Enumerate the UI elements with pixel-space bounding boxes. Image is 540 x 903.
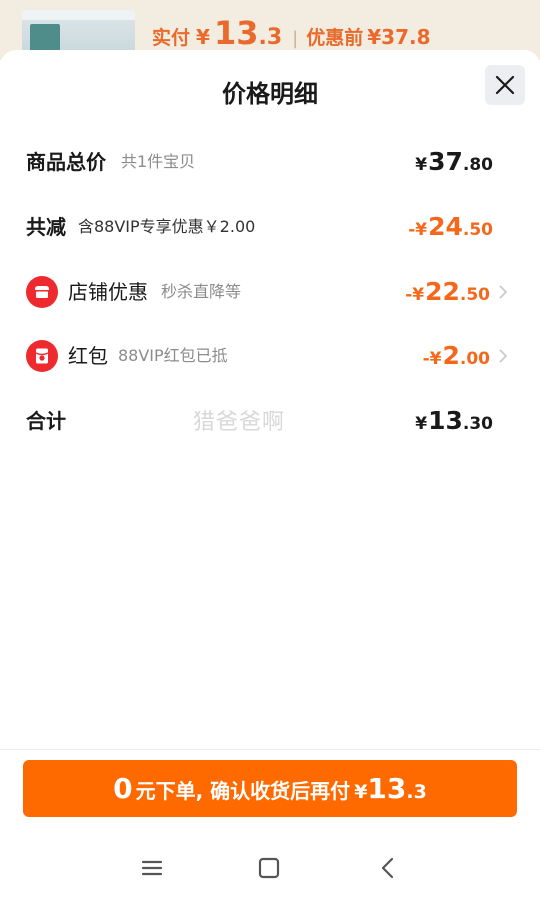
total-label: 合计 (26, 409, 66, 433)
amount-integer: 2 (442, 341, 460, 370)
before-discount-label: 优惠前 (306, 27, 364, 49)
goods-total-label: 商品总价 (26, 150, 106, 174)
amount-integer: 13 (428, 406, 463, 435)
top-price: 实付 ¥ 13 .3 | 优惠前 ¥37.8 (152, 14, 431, 52)
total-amount: ¥ 13 .30 (415, 401, 493, 441)
red-packet-label: 红包 (68, 344, 108, 368)
yen-sign: -¥ (405, 285, 425, 305)
shop-discount-label: 店铺优惠 (68, 280, 148, 304)
shop-discount-amount: -¥ 22 .50 (405, 272, 490, 312)
yen-sign: ¥ (354, 781, 368, 803)
goods-total-amount: ¥ 37 .80 (415, 142, 493, 182)
total-reduction-amount: -¥ 24 .50 (408, 207, 493, 247)
pay-label: 实付 (152, 27, 191, 49)
before-discount-value: ¥37.8 (367, 25, 431, 49)
pay-later-integer: 13 (367, 772, 407, 805)
goods-total-row: 商品总价 共1件宝贝 ¥ 37 .80 (26, 142, 516, 182)
separator: | (292, 28, 299, 49)
shop-icon (26, 276, 58, 308)
red-packet-icon (26, 340, 58, 372)
yen-sign: -¥ (422, 349, 442, 369)
amount-decimal: .00 (459, 349, 490, 369)
chevron-right-icon (499, 285, 508, 299)
yen-sign: -¥ (408, 220, 428, 240)
yen-sign: ¥ (196, 25, 210, 49)
amount-decimal: .30 (462, 414, 493, 434)
shop-discount-row[interactable]: 店铺优惠 秒杀直降等 -¥ 22 .50 (26, 272, 516, 312)
home-button[interactable] (247, 850, 291, 886)
yen-sign: ¥ (415, 414, 428, 434)
divider (0, 749, 540, 750)
close-icon (495, 75, 515, 95)
vip-discount-note: 含88VIP专享优惠￥2.00 (78, 217, 256, 236)
chevron-right-icon (499, 349, 508, 363)
amount-integer: 22 (425, 277, 460, 306)
amount-decimal: .80 (462, 155, 493, 175)
red-packet-amount: -¥ 2 .00 (423, 336, 490, 376)
price-decimal: .3 (258, 25, 283, 50)
amount-integer: 37 (428, 147, 463, 176)
pay-button[interactable]: 0 元下单, 确认收货后再付 ¥ 13 .3 (23, 760, 517, 817)
menu-button[interactable] (130, 850, 174, 886)
close-button[interactable] (485, 65, 525, 105)
shop-discount-note: 秒杀直降等 (161, 282, 242, 301)
amount-integer: 24 (428, 212, 463, 241)
red-packet-row[interactable]: 红包 88VIP红包已抵 -¥ 2 .00 (26, 336, 516, 376)
home-icon (258, 857, 280, 879)
back-icon (381, 857, 394, 879)
total-reduction-label: 共减 (26, 215, 66, 239)
goods-count: 共1件宝贝 (121, 152, 196, 171)
amount-decimal: .50 (459, 285, 490, 305)
menu-icon (141, 860, 163, 876)
red-packet-note: 88VIP红包已抵 (118, 346, 228, 365)
sheet-title: 价格明细 (222, 80, 318, 108)
pay-button-text: 元下单, 确认收货后再付 (135, 779, 351, 803)
pay-now-amount: 0 (113, 772, 133, 805)
amount-decimal: .50 (462, 220, 493, 240)
total-reduction-row: 共减 含88VIP专享优惠￥2.00 -¥ 24 .50 (26, 207, 516, 247)
price-integer: 13 (213, 14, 259, 52)
watermark: 猎爸爸啊 (193, 410, 286, 435)
yen-sign: ¥ (415, 155, 428, 175)
back-button[interactable] (366, 850, 410, 886)
system-nav-bar (0, 840, 540, 896)
pay-later-decimal: .3 (406, 781, 427, 803)
